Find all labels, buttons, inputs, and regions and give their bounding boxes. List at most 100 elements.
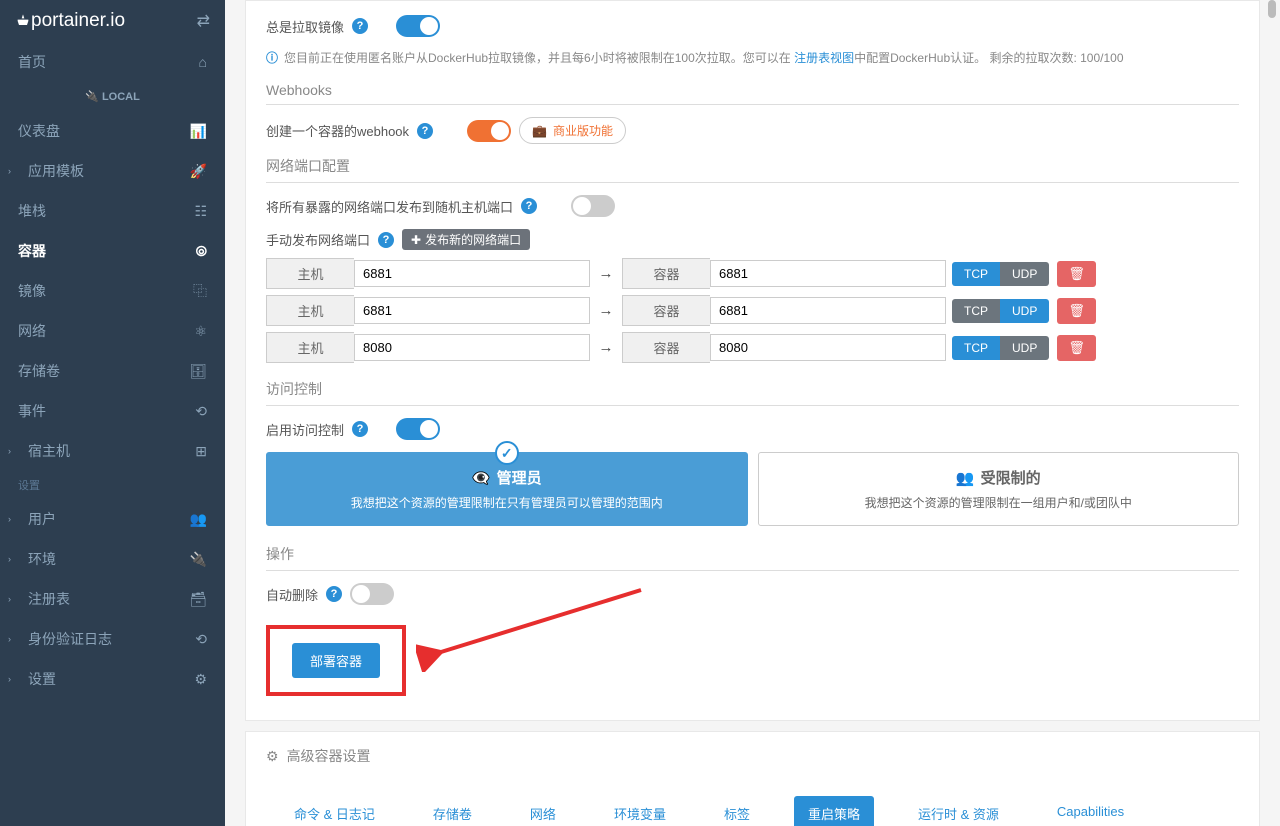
sidebar-toggle-icon[interactable]: ⇄ (197, 11, 210, 31)
gear-icon: ⚙ (266, 748, 279, 765)
access-toggle[interactable] (396, 418, 440, 440)
check-icon: ✓ (495, 441, 519, 465)
pull-image-toggle[interactable] (396, 15, 440, 37)
chevron-right-icon: › (8, 674, 18, 684)
nav-settings-4[interactable]: ›设置⚙ (0, 659, 225, 699)
nav-icon: ⚛ (194, 323, 207, 340)
users-icon: 👥 (956, 469, 975, 487)
access-card-restricted[interactable]: 👥受限制的 我想把这个资源的管理限制在一组用户和/或团队中 (758, 452, 1240, 526)
sidebar: portainer.io ⇄ 首页 ⌂ 🔌 LOCAL 仪表盘📊›应用模板🚀堆栈… (0, 0, 225, 826)
nav-settings-2[interactable]: ›注册表🗃 (0, 579, 225, 619)
trash-icon: 🗑 (1068, 303, 1085, 318)
tcp-button[interactable]: TCP (952, 262, 1000, 286)
nav-item-5[interactable]: 网络 ⚛ (0, 311, 225, 351)
tab-3[interactable]: 环境变量 (600, 796, 680, 826)
business-feature-button[interactable]: 💼 商业版功能 (519, 117, 626, 144)
tab-2[interactable]: 网络 (516, 796, 570, 826)
webhook-label: 创建一个容器的webhook (266, 121, 409, 140)
plug-icon: 🔌 (85, 91, 99, 103)
nav-icon: ⟲ (195, 631, 207, 648)
nav-home[interactable]: 首页 ⌂ (0, 42, 225, 82)
brand-logo[interactable]: portainer.io (15, 10, 125, 32)
nav-label: 应用模板 (28, 161, 84, 181)
ship-icon (15, 13, 31, 29)
nav-label: 注册表 (28, 589, 70, 609)
arrow-icon: → (590, 265, 622, 282)
help-icon[interactable]: ? (521, 198, 537, 214)
help-icon[interactable]: ? (352, 18, 368, 34)
help-icon[interactable]: ? (378, 232, 394, 248)
actions-title: 操作 (266, 544, 1239, 571)
container-port-input[interactable] (710, 297, 946, 324)
container-port-input[interactable] (710, 334, 946, 361)
enable-access-label: 启用访问控制 (266, 420, 344, 439)
registry-link[interactable]: 注册表视图 (794, 51, 854, 65)
home-icon: ⌂ (199, 54, 207, 70)
delete-port-button[interactable]: 🗑 (1057, 298, 1096, 324)
tab-7[interactable]: Capabilities (1043, 796, 1138, 826)
trash-icon: 🗑 (1068, 340, 1085, 355)
port-row: 主机 → 容器 TCP UDP 🗑 (266, 258, 1239, 289)
container-port-input[interactable] (710, 260, 946, 287)
nav-item-8[interactable]: ›宿主机⊞ (0, 431, 225, 471)
chevron-right-icon: › (8, 166, 18, 176)
nav-label: 容器 (18, 241, 46, 261)
tab-0[interactable]: 命令 & 日志记 (280, 796, 389, 826)
access-card-admin[interactable]: ✓ 👁‍🗨管理员 我想把这个资源的管理限制在只有管理员可以管理的范围内 (266, 452, 748, 526)
host-port-input[interactable] (354, 260, 590, 287)
webhook-toggle[interactable] (467, 120, 511, 142)
host-port-input[interactable] (354, 297, 590, 324)
tab-5[interactable]: 重启策略 (794, 796, 874, 826)
host-port-input[interactable] (354, 334, 590, 361)
nav-item-1[interactable]: › 应用模板 🚀 (0, 151, 225, 191)
trash-icon: 🗑 (1068, 266, 1085, 281)
nav-label: 网络 (18, 321, 46, 341)
host-label: 主机 (266, 332, 354, 363)
nav-item-7[interactable]: 事件⟲ (0, 391, 225, 431)
nav-icon: 🔌 (190, 551, 207, 568)
auto-remove-toggle[interactable] (350, 583, 394, 605)
add-port-button[interactable]: ✚ 发布新的网络端口 (402, 229, 530, 250)
help-icon[interactable]: ? (352, 421, 368, 437)
ports-title: 网络端口配置 (266, 156, 1239, 183)
chevron-right-icon: › (8, 634, 18, 644)
nav-item-4[interactable]: 镜像⿻ (0, 271, 225, 311)
main-content: 总是拉取镜像 ? ⓘ 您目前正在使用匿名账户从DockerHub拉取镜像，并且每… (225, 0, 1280, 826)
briefcase-icon: 💼 (532, 124, 547, 138)
host-label: 主机 (266, 295, 354, 326)
tcp-button[interactable]: TCP (952, 299, 1000, 323)
nav-item-2[interactable]: 堆栈☷ (0, 191, 225, 231)
tcp-button[interactable]: TCP (952, 336, 1000, 360)
plus-icon: ✚ (411, 233, 421, 247)
udp-button[interactable]: UDP (1000, 299, 1049, 323)
tab-6[interactable]: 运行时 & 资源 (904, 796, 1013, 826)
manual-ports-label: 手动发布网络端口 (266, 230, 370, 249)
nav-item-6[interactable]: 存储卷🗄 (0, 351, 225, 391)
nav-item-0[interactable]: 仪表盘📊 (0, 111, 225, 151)
nav-item-3[interactable]: 容器⦾ (0, 231, 225, 271)
delete-port-button[interactable]: 🗑 (1057, 335, 1096, 361)
auto-remove-label: 自动删除 (266, 585, 318, 604)
udp-button[interactable]: UDP (1000, 262, 1049, 286)
nav-label: 宿主机 (28, 441, 70, 461)
pull-image-label: 总是拉取镜像 (266, 17, 344, 36)
nav-label: 事件 (18, 401, 46, 421)
tab-1[interactable]: 存储卷 (419, 796, 486, 826)
nav-settings-1[interactable]: ›环境🔌 (0, 539, 225, 579)
nav-icon: 🚀 (190, 163, 207, 180)
udp-button[interactable]: UDP (1000, 336, 1049, 360)
delete-port-button[interactable]: 🗑 (1057, 261, 1096, 287)
nav-settings-3[interactable]: ›身份验证日志⟲ (0, 619, 225, 659)
arrow-icon: → (590, 302, 622, 319)
nav-settings-0[interactable]: ›用户👥 (0, 499, 225, 539)
deploy-button[interactable]: 部署容器 (292, 643, 380, 678)
publish-all-toggle[interactable] (571, 195, 615, 217)
help-icon[interactable]: ? (326, 586, 342, 602)
chevron-right-icon: › (8, 446, 18, 456)
tab-4[interactable]: 标签 (710, 796, 764, 826)
nav-icon: ☷ (194, 203, 207, 220)
help-icon[interactable]: ? (417, 123, 433, 139)
nav-label: 环境 (28, 549, 56, 569)
scrollbar-thumb[interactable] (1268, 0, 1276, 18)
nav-label: 镜像 (18, 281, 46, 301)
